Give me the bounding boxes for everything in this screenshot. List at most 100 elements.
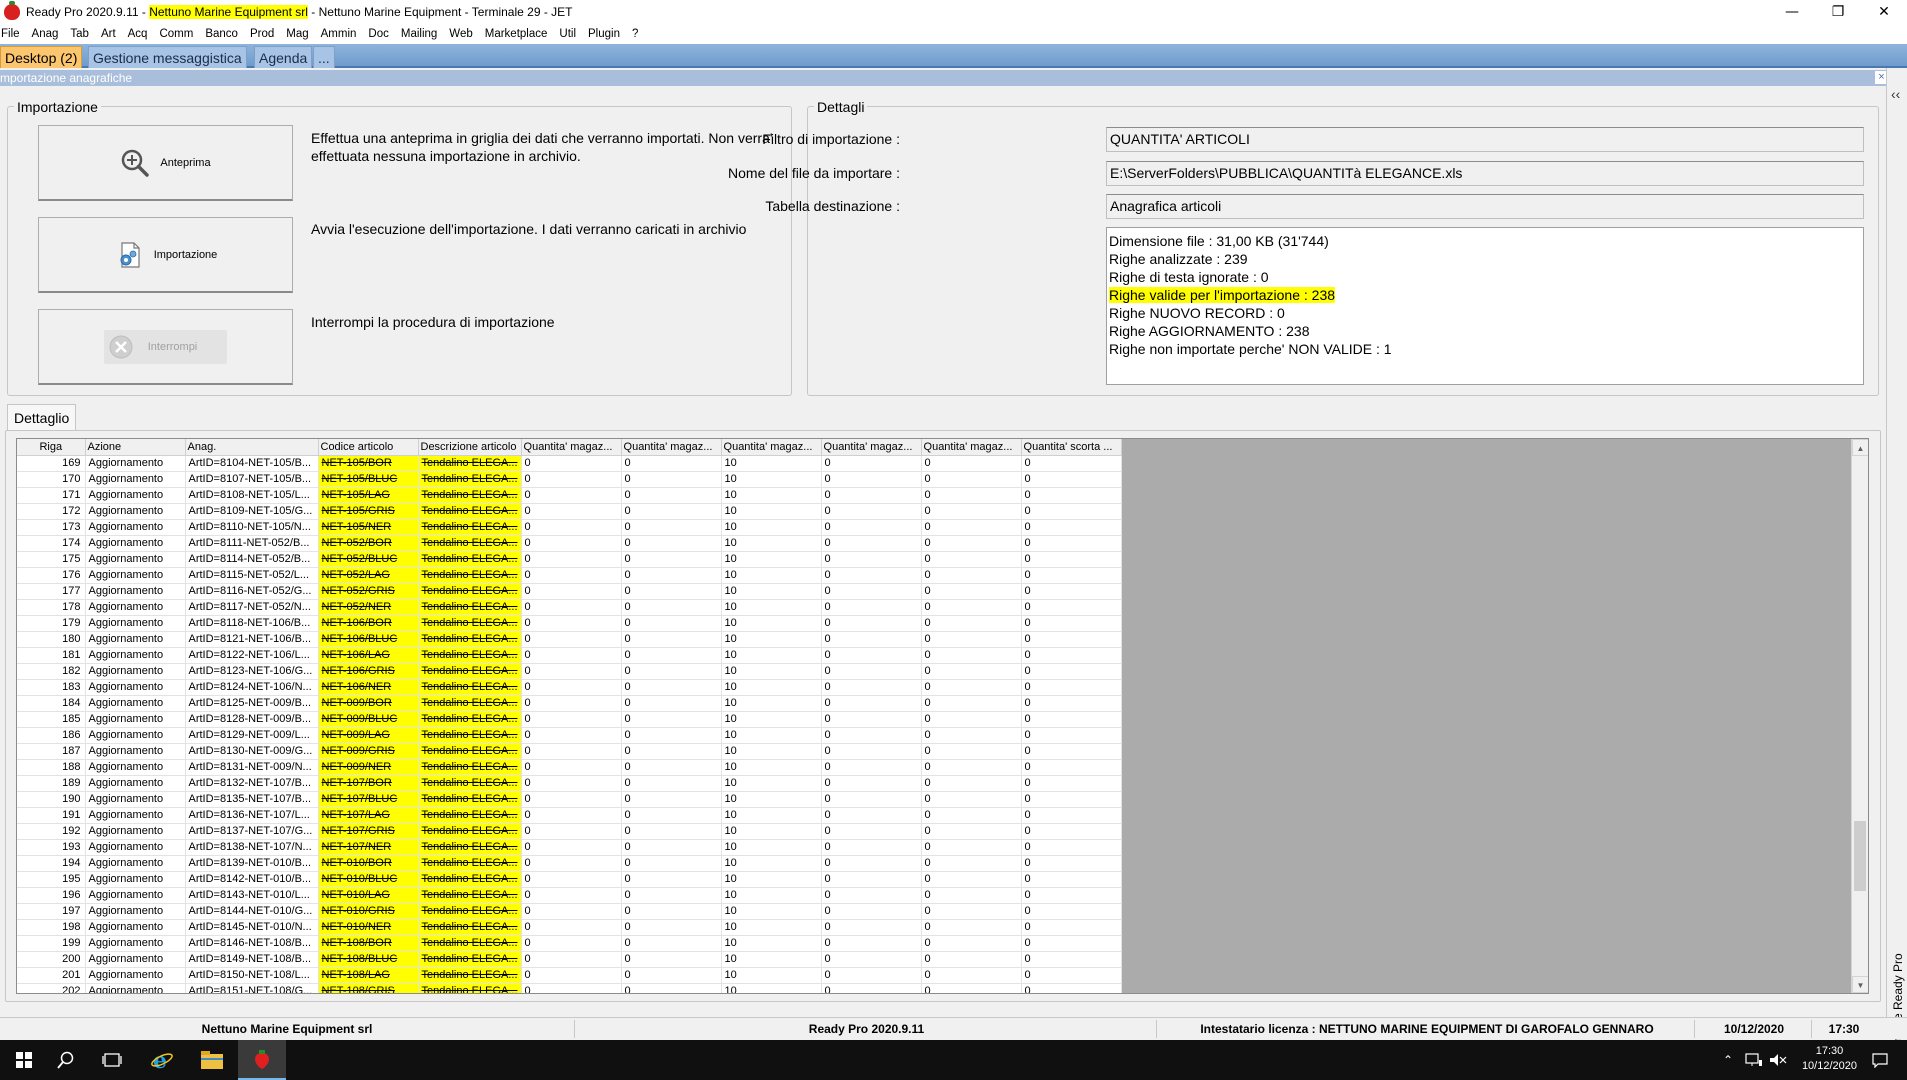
grid-cell[interactable]: 0 bbox=[621, 807, 722, 824]
grid-cell[interactable]: 0 bbox=[621, 711, 722, 728]
grid-cell[interactable]: Tendalino ELEGA... bbox=[418, 583, 522, 600]
grid-cell[interactable]: 0 bbox=[821, 727, 922, 744]
grid-cell[interactable]: Tendalino ELEGA... bbox=[418, 775, 522, 792]
grid-cell[interactable]: NET-108/LAG bbox=[318, 967, 419, 984]
grid-cell[interactable]: 0 bbox=[1021, 935, 1122, 952]
grid-cell[interactable]: Aggiornamento bbox=[85, 455, 186, 472]
grid-cell[interactable]: 0 bbox=[521, 567, 622, 584]
menu-item-banco[interactable]: Banco bbox=[204, 28, 245, 40]
grid-cell[interactable]: 0 bbox=[1021, 503, 1122, 520]
grid-cell[interactable]: 10 bbox=[721, 823, 822, 840]
anteprima-button[interactable]: Anteprima bbox=[38, 125, 293, 201]
grid-cell[interactable]: 10 bbox=[721, 871, 822, 888]
grid-cell[interactable]: 182 bbox=[17, 663, 86, 680]
grid-cell[interactable]: 0 bbox=[621, 903, 722, 920]
table-row[interactable]: 187 Aggiornamento ArtID=8130-NET-009/G... N… bbox=[17, 743, 1122, 760]
internet-explorer-icon[interactable]: e bbox=[138, 1040, 186, 1080]
grid-cell[interactable]: Tendalino ELEGA... bbox=[418, 983, 522, 993]
grid-cell[interactable]: 197 bbox=[17, 903, 86, 920]
windows-start-icon[interactable] bbox=[0, 1040, 48, 1080]
grid-cell[interactable]: 190 bbox=[17, 791, 86, 808]
grid-cell[interactable]: ArtID=8123-NET-106/G... bbox=[185, 663, 319, 680]
grid-cell[interactable]: 0 bbox=[1021, 855, 1122, 872]
table-row[interactable]: 170 Aggiornamento ArtID=8107-NET-105/B... N… bbox=[17, 471, 1122, 488]
grid-cell[interactable]: Tendalino ELEGA... bbox=[418, 711, 522, 728]
grid-cell[interactable]: Aggiornamento bbox=[85, 935, 186, 952]
grid-cell[interactable]: 0 bbox=[1021, 695, 1122, 712]
table-row[interactable]: 195 Aggiornamento ArtID=8142-NET-010/B... N… bbox=[17, 871, 1122, 888]
grid-cell[interactable]: 0 bbox=[921, 919, 1022, 936]
grid-vertical-scrollbar[interactable]: ▲ ▼ bbox=[1851, 439, 1868, 993]
grid-cell[interactable]: NET-107/NER bbox=[318, 839, 419, 856]
grid-cell[interactable]: ArtID=8117-NET-052/N... bbox=[185, 599, 319, 616]
grid-cell[interactable]: Aggiornamento bbox=[85, 631, 186, 648]
grid-column-header[interactable]: Quantita' magaz... bbox=[921, 439, 1022, 456]
grid-cell[interactable]: Aggiornamento bbox=[85, 503, 186, 520]
grid-cell[interactable]: 0 bbox=[821, 471, 922, 488]
grid-cell[interactable]: NET-009/BOR bbox=[318, 695, 419, 712]
grid-cell[interactable]: 0 bbox=[821, 743, 922, 760]
grid-cell[interactable]: Aggiornamento bbox=[85, 535, 186, 552]
grid-cell[interactable]: 0 bbox=[921, 535, 1022, 552]
grid-cell[interactable]: 0 bbox=[921, 839, 1022, 856]
grid-cell[interactable]: Aggiornamento bbox=[85, 775, 186, 792]
grid-cell[interactable]: 0 bbox=[921, 551, 1022, 568]
grid-cell[interactable]: ArtID=8142-NET-010/B... bbox=[185, 871, 319, 888]
table-row[interactable]: 200 Aggiornamento ArtID=8149-NET-108/B... N… bbox=[17, 951, 1122, 968]
grid-cell[interactable]: ArtID=8128-NET-009/B... bbox=[185, 711, 319, 728]
grid-cell[interactable]: 0 bbox=[521, 967, 622, 984]
grid-cell[interactable]: 0 bbox=[621, 951, 722, 968]
grid-cell[interactable]: Aggiornamento bbox=[85, 599, 186, 616]
grid-cell[interactable]: ArtID=8125-NET-009/B... bbox=[185, 695, 319, 712]
grid-cell[interactable]: 0 bbox=[621, 679, 722, 696]
menu-item-web[interactable]: Web bbox=[448, 28, 479, 40]
grid-cell[interactable]: 0 bbox=[821, 599, 922, 616]
table-row[interactable]: 185 Aggiornamento ArtID=8128-NET-009/B... N… bbox=[17, 711, 1122, 728]
grid-cell[interactable]: Tendalino ELEGA... bbox=[418, 631, 522, 648]
grid-cell[interactable]: 10 bbox=[721, 567, 822, 584]
table-row[interactable]: 190 Aggiornamento ArtID=8135-NET-107/B... N… bbox=[17, 791, 1122, 808]
grid-cell[interactable]: NET-009/NER bbox=[318, 759, 419, 776]
grid-cell[interactable]: 195 bbox=[17, 871, 86, 888]
table-row[interactable]: 175 Aggiornamento ArtID=8114-NET-052/B... N… bbox=[17, 551, 1122, 568]
grid-cell[interactable]: Tendalino ELEGA... bbox=[418, 727, 522, 744]
grid-cell[interactable]: NET-106/LAG bbox=[318, 647, 419, 664]
grid-cell[interactable]: 10 bbox=[721, 711, 822, 728]
grid-cell[interactable]: 0 bbox=[621, 615, 722, 632]
menu-item-prod[interactable]: Prod bbox=[249, 28, 281, 40]
grid-cell[interactable]: 0 bbox=[921, 503, 1022, 520]
grid-cell[interactable]: Tendalino ELEGA... bbox=[418, 567, 522, 584]
grid-cell[interactable]: NET-108/BLUC bbox=[318, 951, 419, 968]
grid-cell[interactable]: NET-107/BOR bbox=[318, 775, 419, 792]
grid-cell[interactable]: 0 bbox=[821, 983, 922, 993]
grid-cell[interactable]: 0 bbox=[621, 775, 722, 792]
grid-cell[interactable]: 0 bbox=[921, 903, 1022, 920]
grid-cell[interactable]: 0 bbox=[821, 551, 922, 568]
grid-cell[interactable]: Aggiornamento bbox=[85, 551, 186, 568]
grid-cell[interactable]: NET-010/GRIS bbox=[318, 903, 419, 920]
table-row[interactable]: 188 Aggiornamento ArtID=8131-NET-009/N... N… bbox=[17, 759, 1122, 776]
grid-cell[interactable]: 0 bbox=[621, 599, 722, 616]
grid-cell[interactable]: ArtID=8137-NET-107/G... bbox=[185, 823, 319, 840]
grid-cell[interactable]: 0 bbox=[621, 471, 722, 488]
grid-cell[interactable]: Tendalino ELEGA... bbox=[418, 455, 522, 472]
grid-cell[interactable]: 10 bbox=[721, 903, 822, 920]
task-view-icon[interactable] bbox=[88, 1040, 136, 1080]
grid-cell[interactable]: 10 bbox=[721, 663, 822, 680]
grid-cell[interactable]: Aggiornamento bbox=[85, 567, 186, 584]
grid-cell[interactable]: NET-105/BLUC bbox=[318, 471, 419, 488]
grid-cell[interactable]: 187 bbox=[17, 743, 86, 760]
grid-cell[interactable]: ArtID=8151-NET-108/G... bbox=[185, 983, 319, 993]
grid-cell[interactable]: 0 bbox=[821, 583, 922, 600]
grid-column-header[interactable]: Quantita' scorta ... bbox=[1021, 439, 1122, 456]
grid-cell[interactable]: 0 bbox=[921, 807, 1022, 824]
grid-cell[interactable]: 0 bbox=[921, 695, 1022, 712]
grid-cell[interactable]: 0 bbox=[921, 855, 1022, 872]
grid-cell[interactable]: ArtID=8111-NET-052/B... bbox=[185, 535, 319, 552]
grid-cell[interactable]: 0 bbox=[1021, 711, 1122, 728]
grid-cell[interactable]: ArtID=8124-NET-106/N... bbox=[185, 679, 319, 696]
grid-cell[interactable]: 10 bbox=[721, 855, 822, 872]
grid-cell[interactable]: 0 bbox=[821, 855, 922, 872]
grid-cell[interactable]: 0 bbox=[521, 679, 622, 696]
scroll-down-arrow-icon[interactable]: ▼ bbox=[1852, 976, 1868, 993]
